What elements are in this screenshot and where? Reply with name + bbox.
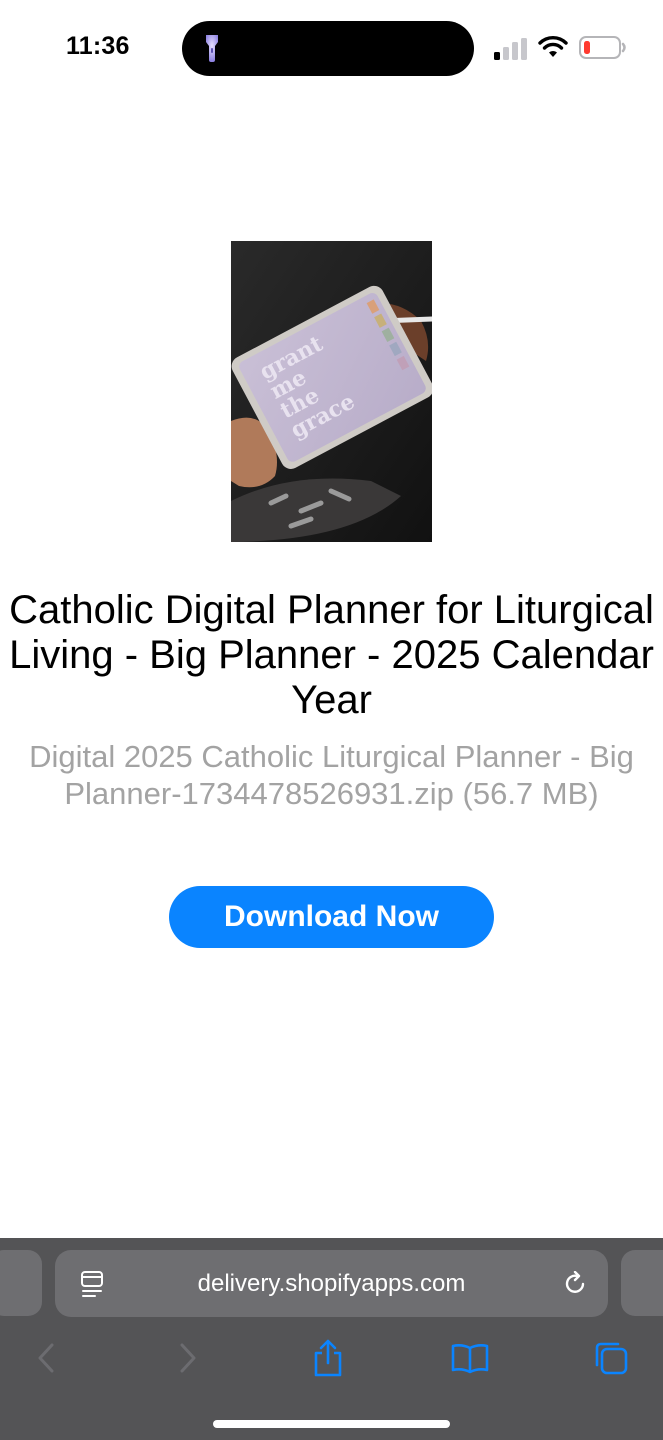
back-icon (38, 1343, 54, 1373)
flashlight-icon (206, 35, 218, 62)
dynamic-island (182, 21, 474, 76)
next-tab-preview[interactable] (621, 1250, 663, 1316)
forward-icon (180, 1343, 196, 1373)
status-time: 11:36 (66, 32, 130, 60)
product-title: Catholic Digital Planner for Liturgical … (9, 588, 654, 722)
cellular-signal-icon (494, 38, 527, 60)
forward-button[interactable] (168, 1338, 208, 1378)
back-button[interactable] (26, 1338, 66, 1378)
wifi-icon (538, 36, 568, 57)
home-indicator[interactable] (213, 1420, 450, 1428)
reload-icon[interactable] (563, 1271, 588, 1296)
file-info: Digital 2025 Catholic Liturgical Planner… (29, 739, 634, 811)
status-bar: 11:36 (0, 0, 663, 100)
bookmarks-icon (451, 1344, 489, 1374)
address-url[interactable]: delivery.shopifyapps.com (55, 1250, 608, 1317)
download-button[interactable]: Download Now (169, 886, 494, 948)
address-bar[interactable]: delivery.shopifyapps.com (55, 1250, 608, 1317)
browser-bottom-bar: delivery.shopifyapps.com (0, 1238, 663, 1440)
tabs-icon (595, 1342, 628, 1375)
share-icon (314, 1339, 342, 1377)
tabs-button[interactable] (591, 1338, 631, 1378)
product-photo: grant me the grace (231, 241, 432, 542)
bookmarks-button[interactable] (450, 1338, 490, 1378)
battery-low-icon (579, 36, 626, 59)
share-button[interactable] (308, 1338, 348, 1378)
product-image: grant me the grace (231, 241, 432, 542)
previous-tab-preview[interactable] (0, 1250, 42, 1316)
